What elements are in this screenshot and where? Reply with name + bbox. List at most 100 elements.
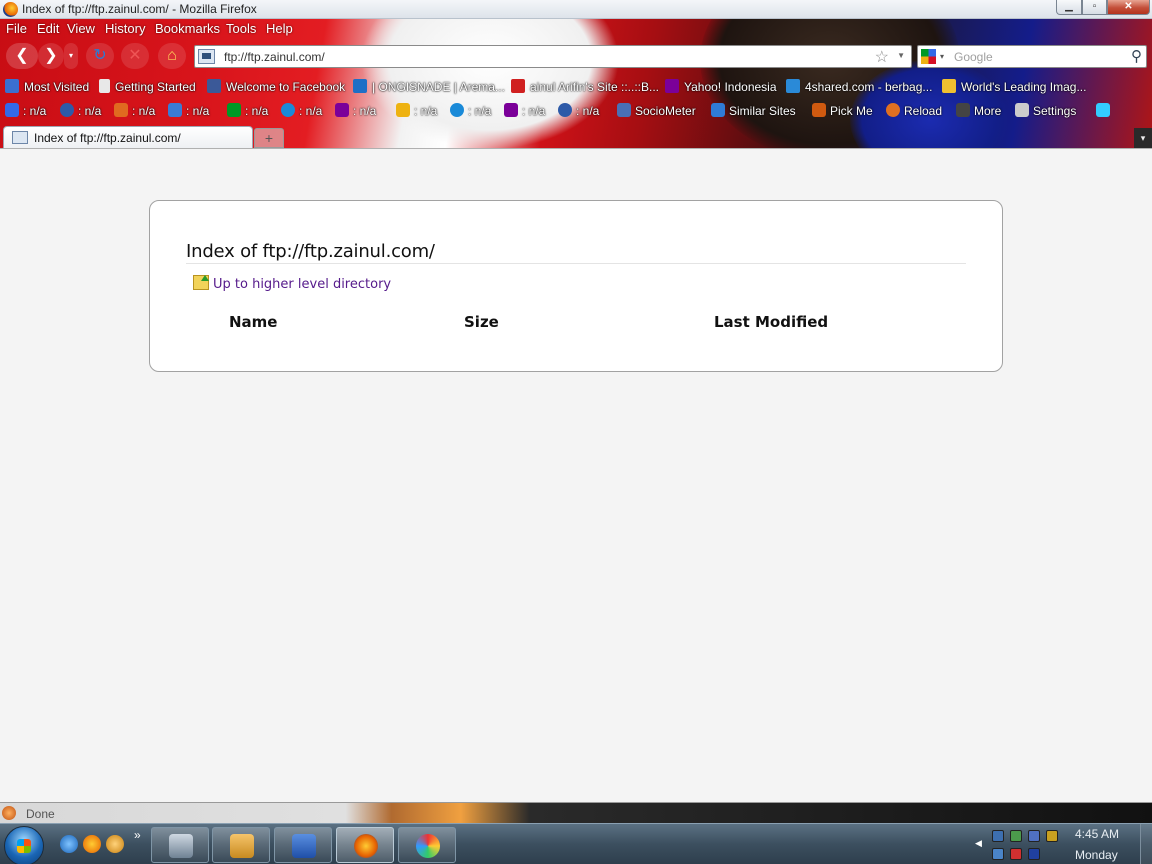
google-backlinks-icon	[396, 103, 410, 117]
url-bar[interactable]: ftp://ftp.zainul.com/ ☆ ▼	[194, 45, 912, 68]
paint-icon	[416, 834, 440, 858]
bookmark-star-icon[interactable]: ☆	[875, 47, 889, 67]
tray-blue-icon[interactable]	[1028, 848, 1040, 860]
addon-value: : n/a	[522, 104, 546, 118]
addon-similar-sites[interactable]: Similar Sites	[711, 103, 796, 118]
addon-twitter[interactable]	[1096, 103, 1114, 118]
stop-button[interactable]: ✕	[121, 43, 149, 69]
menu-tools[interactable]: Tools	[226, 21, 256, 36]
bookmark-photobucket[interactable]: World's Leading Imag...	[942, 79, 1086, 94]
bookmark-most-visited[interactable]: Most Visited	[5, 79, 89, 94]
search-icon[interactable]: ⚲	[1131, 47, 1142, 65]
bookmark-label: World's Leading Imag...	[961, 80, 1087, 94]
addon-google-index[interactable]: : n/a	[227, 103, 268, 118]
taskbar-computer-button[interactable]	[151, 827, 209, 863]
addon-reload[interactable]: Reload	[886, 103, 942, 118]
page-content: Index of ftp://ftp.zainul.com/ Up to hig…	[0, 148, 1152, 802]
addon-value: : n/a	[576, 104, 600, 118]
reload-button[interactable]: ↻	[86, 43, 114, 69]
app-quicklaunch-icon[interactable]	[106, 835, 124, 853]
search-bar[interactable]: ▾ Google ⚲	[917, 45, 1147, 68]
menu-help[interactable]: Help	[266, 21, 293, 36]
taskbar-explorer-button[interactable]	[212, 827, 270, 863]
bookmark-ainul-site[interactable]: ainul Arifin's Site ::..::B...	[511, 79, 659, 94]
addon-google-backlinks[interactable]: : n/a	[396, 103, 437, 118]
engine-dropdown-icon[interactable]: ▾	[940, 52, 944, 61]
folder-up-icon	[193, 275, 209, 290]
home-button[interactable]: ⌂	[158, 43, 186, 69]
yahoo-backlinks-icon	[504, 103, 518, 117]
network-icon[interactable]	[992, 830, 1004, 842]
url-dropdown-icon[interactable]: ▼	[897, 51, 905, 60]
url-text[interactable]: ftp://ftp.zainul.com/	[224, 50, 325, 64]
addon-google-pagerank[interactable]: : n/a	[5, 103, 46, 118]
bookmark-getting-started[interactable]: Getting Started	[99, 79, 196, 94]
addon-value: Settings	[1033, 104, 1077, 118]
tray-share-icon[interactable]	[992, 848, 1004, 860]
taskbar-paint-button[interactable]	[398, 827, 456, 863]
menu-bookmarks[interactable]: Bookmarks	[155, 21, 220, 36]
forward-button[interactable]: ❯	[38, 43, 64, 69]
bing-backlinks-icon	[450, 103, 464, 117]
bookmark-label: | ONGISNADE | Arema...	[372, 80, 505, 94]
start-button[interactable]	[4, 826, 44, 864]
monitor-icon[interactable]	[1028, 830, 1040, 842]
search-placeholder[interactable]: Google	[954, 50, 993, 64]
addon-alexa-a[interactable]: : n/a	[168, 103, 209, 118]
addon-yahoo-backlinks[interactable]: : n/a	[504, 103, 545, 118]
up-directory-link[interactable]: Up to higher level directory	[193, 275, 391, 292]
column-header-size[interactable]: Size	[464, 313, 499, 331]
addon-pick-me[interactable]: Pick Me	[812, 103, 873, 118]
firefox-quicklaunch-icon[interactable]	[83, 835, 101, 853]
4shared-icon	[786, 79, 800, 93]
addon-value: SocioMeter	[635, 104, 696, 118]
internet-explorer-icon[interactable]	[60, 835, 78, 853]
addon-yahoo-index[interactable]: : n/a	[335, 103, 376, 118]
back-button[interactable]: ❮	[6, 43, 38, 69]
addon-more[interactable]: More	[956, 103, 1001, 118]
close-button[interactable]: ✕	[1107, 0, 1150, 15]
menu-history[interactable]: History	[105, 21, 145, 36]
column-header-last-modified[interactable]: Last Modified	[714, 313, 828, 331]
google-engine-icon[interactable]	[921, 49, 936, 64]
tray-sync-icon[interactable]	[1046, 830, 1058, 842]
tab-index-ftp[interactable]: Index of ftp://ftp.zainul.com/	[3, 126, 253, 148]
addon-sociometer[interactable]: SocioMeter	[617, 103, 696, 118]
clock-day[interactable]: Monday	[1075, 848, 1118, 862]
bookmark-4shared[interactable]: 4shared.com - berbag...	[786, 79, 932, 94]
title-bar: Index of ftp://ftp.zainul.com/ - Mozilla…	[0, 0, 1152, 19]
most-visited-icon	[5, 79, 19, 93]
tray-expand-icon[interactable]: ◀	[975, 838, 982, 849]
addon-bing-backlinks[interactable]: : n/a	[450, 103, 491, 118]
tab-label: Index of ftp://ftp.zainul.com/	[34, 131, 181, 145]
taskbar-firefox-button[interactable]	[336, 827, 394, 863]
clock-time[interactable]: 4:45 AM	[1075, 827, 1119, 841]
addon-value: : n/a	[245, 104, 269, 118]
menu-file[interactable]: File	[6, 21, 27, 36]
bookmark-facebook[interactable]: Welcome to Facebook	[207, 79, 345, 94]
antivirus-icon[interactable]	[1010, 848, 1022, 860]
menu-view[interactable]: View	[67, 21, 95, 36]
addon-bing-index[interactable]: : n/a	[281, 103, 322, 118]
site-identity-icon[interactable]	[198, 49, 215, 64]
history-dropdown-button[interactable]: ▾	[64, 43, 78, 69]
addon-settings[interactable]: Settings	[1015, 103, 1076, 118]
up-directory-label[interactable]: Up to higher level directory	[213, 277, 391, 292]
heading-divider	[186, 263, 966, 264]
addon-compete-rank[interactable]: : n/a	[114, 103, 155, 118]
addon-alexa-rank[interactable]: : n/a	[60, 103, 101, 118]
column-header-name[interactable]: Name	[229, 313, 277, 331]
list-all-tabs-button[interactable]: ▾	[1134, 128, 1152, 148]
maximize-button[interactable]: ▫	[1082, 0, 1107, 15]
new-tab-button[interactable]: +	[254, 128, 284, 148]
menu-edit[interactable]: Edit	[37, 21, 59, 36]
minimize-button[interactable]: ▁	[1056, 0, 1082, 15]
quicklaunch-more-button[interactable]: »	[134, 828, 141, 842]
show-desktop-button[interactable]	[1140, 824, 1152, 864]
bookmark-ongisnade[interactable]: | ONGISNADE | Arema...	[353, 79, 505, 94]
addon-alexa-backlinks[interactable]: : n/a	[558, 103, 599, 118]
firefox-icon	[3, 2, 18, 17]
bookmark-yahoo-indonesia[interactable]: Yahoo! Indonesia	[665, 79, 777, 94]
taskbar-word-button[interactable]	[274, 827, 332, 863]
tray-app-icon[interactable]	[1010, 830, 1022, 842]
